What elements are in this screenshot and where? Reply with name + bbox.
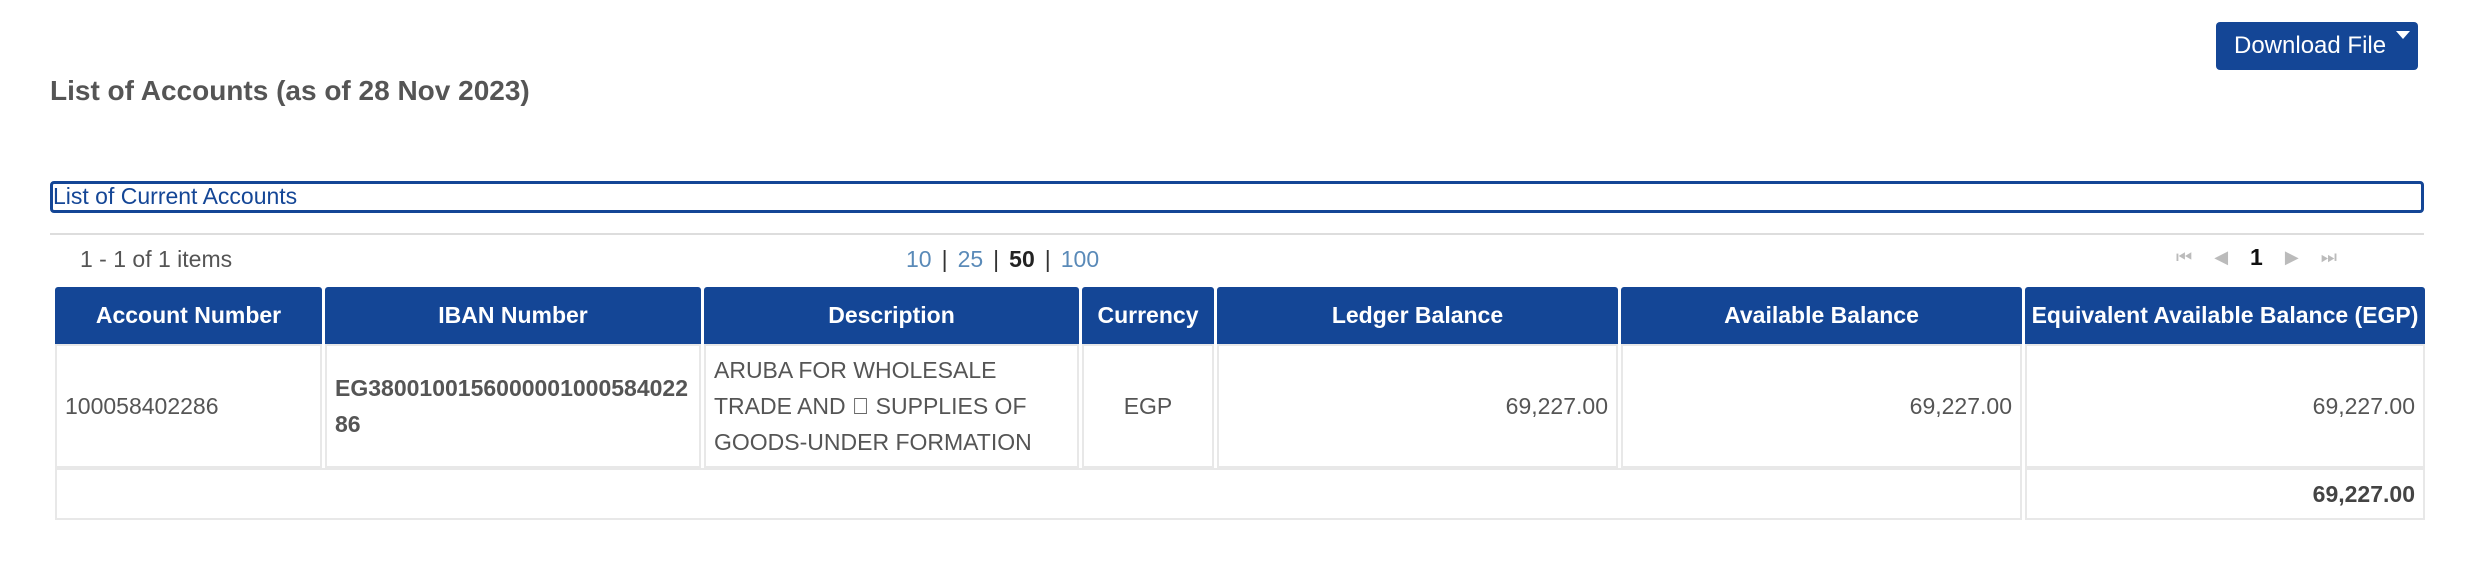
column-header-iban[interactable]: IBAN Number bbox=[325, 287, 701, 344]
ledger-balance-cell: 69,227.00 bbox=[1217, 344, 1618, 468]
current-page[interactable]: 1 bbox=[2250, 244, 2263, 271]
totals-row: 69,227.00 bbox=[55, 468, 2425, 520]
first-page-icon[interactable]: ⏮ bbox=[2176, 247, 2192, 268]
column-header-available-balance[interactable]: Available Balance bbox=[1621, 287, 2022, 344]
account-number-cell[interactable]: 100058402286 bbox=[55, 344, 322, 468]
equivalent-balance-cell: 69,227.00 bbox=[2025, 344, 2425, 468]
divider bbox=[50, 233, 2424, 235]
page-size-50[interactable]: 50 bbox=[999, 246, 1045, 273]
pagination: ⏮ ◀ 1 ▶ ⏭ bbox=[2176, 244, 2337, 271]
accounts-table: Account Number IBAN Number Description C… bbox=[52, 287, 2428, 520]
column-header-account-number[interactable]: Account Number bbox=[55, 287, 322, 344]
last-page-icon[interactable]: ⏭ bbox=[2321, 247, 2337, 268]
caret-down-icon bbox=[2396, 31, 2410, 39]
description-cell: ARUBA FOR WHOLESALE TRADE AND   SUPPLIES… bbox=[704, 344, 1079, 468]
available-balance-cell: 69,227.00 bbox=[1621, 344, 2022, 468]
pager-info: 1 - 1 of 1 items bbox=[80, 246, 233, 272]
iban-cell: EG380010015600000100058402286 bbox=[325, 344, 701, 468]
page-size-100[interactable]: 100 bbox=[1051, 246, 1109, 273]
column-header-equivalent-balance[interactable]: Equivalent Available Balance (EGP) bbox=[2025, 287, 2425, 344]
page-size-25[interactable]: 25 bbox=[948, 246, 994, 273]
column-header-ledger-balance[interactable]: Ledger Balance bbox=[1217, 287, 1618, 344]
prev-page-icon[interactable]: ◀ bbox=[2214, 247, 2228, 268]
table-row[interactable]: 100058402286 EG3800100156000001000584022… bbox=[55, 344, 2425, 468]
totals-spacer bbox=[55, 468, 2022, 520]
tab-current-accounts[interactable]: List of Current Accounts bbox=[50, 181, 2424, 213]
next-page-icon[interactable]: ▶ bbox=[2285, 247, 2299, 268]
page-size-selector: 10 | 25 | 50 | 100 bbox=[896, 246, 1109, 273]
column-header-description[interactable]: Description bbox=[704, 287, 1079, 344]
column-header-currency[interactable]: Currency bbox=[1082, 287, 1214, 344]
total-equivalent-balance: 69,227.00 bbox=[2025, 468, 2425, 520]
page-size-10[interactable]: 10 bbox=[896, 246, 942, 273]
download-file-button[interactable]: Download File bbox=[2216, 22, 2418, 70]
currency-cell: EGP bbox=[1082, 344, 1214, 468]
download-file-label: Download File bbox=[2234, 32, 2387, 59]
page-title: List of Accounts (as of 28 Nov 2023) bbox=[50, 75, 530, 106]
